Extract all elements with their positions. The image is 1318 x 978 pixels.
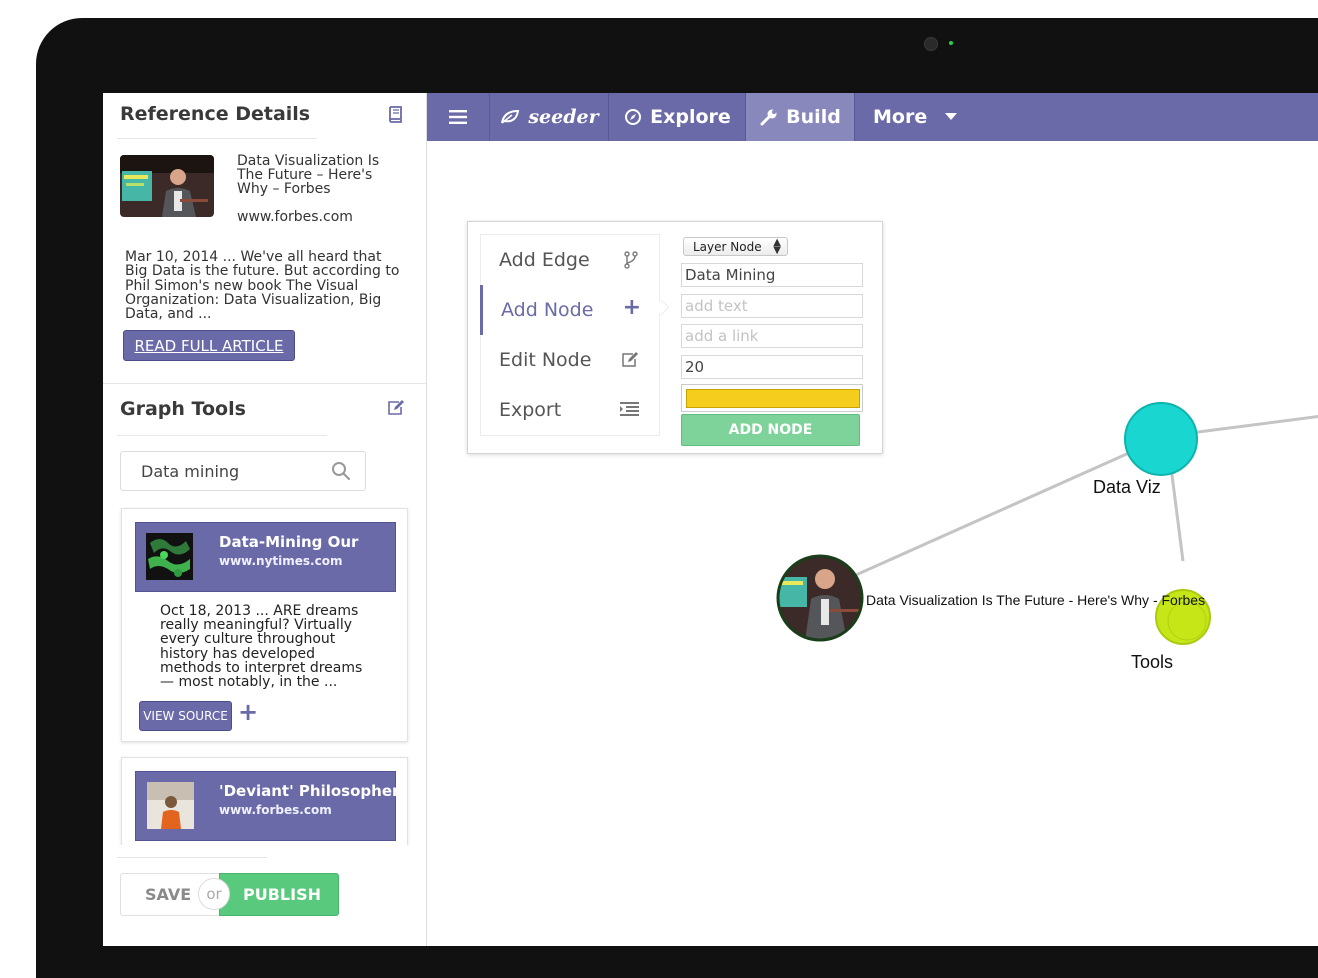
reference-details-heading: Reference Details: [120, 103, 311, 125]
nav-explore-label: Explore: [650, 106, 731, 128]
graph-tools-heading: Graph Tools: [120, 398, 246, 420]
search-icon[interactable]: [331, 461, 351, 485]
app-screen: Reference Details Data Visualization Is …: [103, 93, 1318, 946]
publish-button[interactable]: PUBLISH: [219, 873, 339, 916]
node-size-field[interactable]: 20: [681, 355, 863, 379]
nav-more[interactable]: More: [854, 93, 975, 141]
menu-label: Export: [499, 399, 562, 421]
plus-icon: +: [622, 295, 641, 320]
editor-menu: Add Edge Add Node + Edit Node Export: [480, 234, 660, 436]
divider: [117, 138, 317, 139]
menu-export[interactable]: Export: [481, 385, 659, 435]
graph-node-dataviz: [1124, 402, 1198, 476]
search-input[interactable]: Data mining: [141, 462, 239, 481]
publish-label: PUBLISH: [243, 885, 321, 904]
nav-more-label: More: [873, 106, 928, 128]
brand-name: seeder: [528, 106, 599, 128]
result-url: www.nytimes.com: [219, 554, 343, 568]
wrench-icon: [760, 109, 777, 126]
result-snippet: Oct 18, 2013 ... ARE dreams really meani…: [160, 603, 363, 691]
result-title[interactable]: 'Deviant' Philosopher: [219, 782, 399, 800]
node-name-field[interactable]: Data Mining: [681, 263, 863, 287]
brand-logo[interactable]: seeder: [489, 93, 609, 141]
layer-select-value: Layer Node: [693, 239, 762, 254]
result-thumbnail: [146, 533, 193, 580]
export-icon: [620, 401, 639, 421]
menu-edit-node[interactable]: Edit Node: [481, 335, 659, 385]
menu-label: Add Edge: [499, 249, 590, 271]
caret-down-icon: [945, 113, 958, 120]
nav-build-label: Build: [786, 106, 841, 128]
read-full-article-button[interactable]: READ FULL ARTICLE: [123, 330, 295, 361]
reference-snippet: Mar 10, 2014 ... We've all heard that Bi…: [125, 249, 400, 323]
nav-explore[interactable]: Explore: [608, 93, 746, 141]
result-header[interactable]: 'Deviant' Philosopher www.forbes.com: [135, 771, 399, 841]
node-label-article[interactable]: Data Visualization Is The Future - Here'…: [866, 592, 1205, 608]
graph-edge: [819, 434, 1168, 593]
menu-label: Add Node: [501, 299, 594, 321]
node-text-field[interactable]: add text: [681, 294, 863, 318]
divider: [117, 857, 267, 858]
graph-editor-panel: Add Edge Add Node + Edit Node Export Lay…: [467, 221, 883, 454]
save-label: SAVE: [145, 885, 192, 904]
node-color-picker[interactable]: [681, 384, 863, 412]
select-arrows-icon: ▲ ▼: [773, 237, 781, 256]
result-header[interactable]: Data-Mining Our www.nytimes.com: [135, 522, 396, 592]
search-result-card[interactable]: Data-Mining Our www.nytimes.com Oct 18, …: [121, 508, 408, 742]
camera-led-icon: [949, 41, 953, 45]
menu-icon[interactable]: [427, 93, 489, 141]
add-to-graph-icon[interactable]: +: [238, 700, 258, 724]
sidebar: Reference Details Data Visualization Is …: [103, 93, 427, 946]
menu-label: Edit Node: [499, 349, 592, 371]
node-label-tools[interactable]: Tools: [1131, 652, 1173, 673]
reference-thumbnail[interactable]: [120, 155, 214, 217]
camera-icon: [924, 37, 938, 51]
divider: [117, 435, 327, 436]
reference-title[interactable]: Data Visualization Is The Future – Here'…: [237, 154, 397, 196]
edit-icon: [620, 351, 639, 373]
branch-icon: [623, 251, 639, 273]
search-field[interactable]: Data mining: [120, 451, 366, 491]
divider: [103, 383, 426, 384]
search-result-card[interactable]: 'Deviant' Philosopher www.forbes.com: [121, 757, 408, 854]
menu-add-edge[interactable]: Add Edge: [481, 235, 659, 285]
top-navigation: seeder Explore Build More: [427, 93, 1318, 141]
reference-url: www.forbes.com: [237, 209, 353, 225]
nav-build[interactable]: Build: [745, 93, 855, 141]
add-node-button[interactable]: ADD NODE: [681, 414, 860, 446]
result-thumbnail: [147, 782, 194, 829]
node-label-dataviz[interactable]: Data Viz: [1093, 477, 1161, 498]
menu-add-node[interactable]: Add Node +: [480, 285, 661, 335]
result-url: www.forbes.com: [219, 803, 332, 817]
result-title[interactable]: Data-Mining Our: [219, 533, 358, 551]
compass-icon: [625, 109, 642, 125]
book-icon[interactable]: [386, 105, 404, 127]
leaf-icon: [501, 109, 520, 124]
or-badge: or: [198, 878, 230, 910]
color-swatch[interactable]: [686, 389, 860, 408]
view-source-button[interactable]: VIEW SOURCE: [139, 701, 232, 731]
layer-select[interactable]: Layer Node ▲ ▼: [683, 237, 788, 256]
edit-icon[interactable]: [386, 399, 405, 421]
node-link-field[interactable]: add a link: [681, 324, 863, 348]
